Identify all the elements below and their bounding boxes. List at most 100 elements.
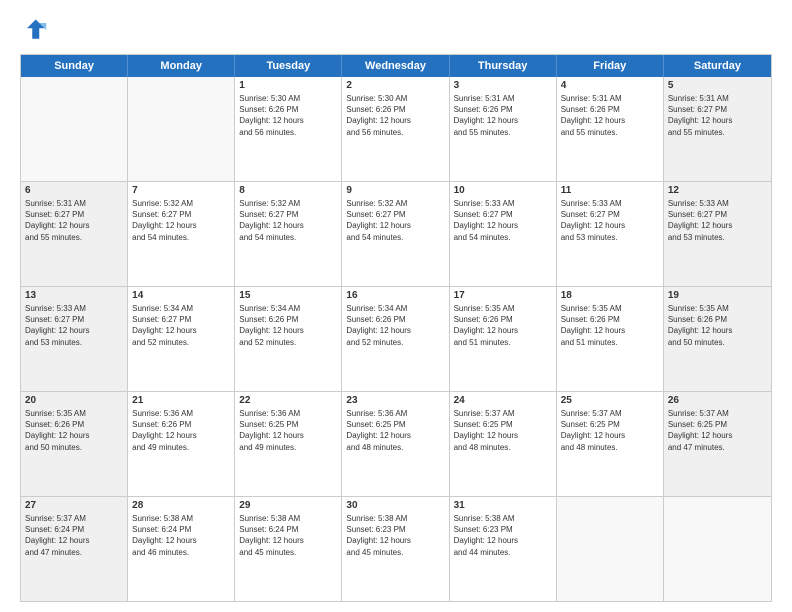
cell-line: Daylight: 12 hours [668,115,767,126]
cell-line: Sunrise: 5:33 AM [561,198,659,209]
cell-line: Sunrise: 5:33 AM [454,198,552,209]
cell-line: and 53 minutes. [561,232,659,243]
cell-line: and 52 minutes. [346,337,444,348]
cell-line: Daylight: 12 hours [454,220,552,231]
cell-line: Sunrise: 5:38 AM [132,513,230,524]
day-number: 7 [132,185,230,196]
cell-line: Sunrise: 5:37 AM [25,513,123,524]
cell-line: and 48 minutes. [454,442,552,453]
cell-line: Sunrise: 5:38 AM [346,513,444,524]
day-number: 19 [668,290,767,301]
cell-line: Sunrise: 5:35 AM [561,303,659,314]
cell-line: Sunrise: 5:31 AM [561,93,659,104]
cell-line: Daylight: 12 hours [561,325,659,336]
calendar-row: 6Sunrise: 5:31 AMSunset: 6:27 PMDaylight… [21,182,771,287]
day-number: 22 [239,395,337,406]
cell-line: and 44 minutes. [454,547,552,558]
cell-line: Sunrise: 5:31 AM [25,198,123,209]
day-number: 18 [561,290,659,301]
day-number: 1 [239,80,337,91]
day-number: 29 [239,500,337,511]
cell-line: and 52 minutes. [132,337,230,348]
calendar-body: 1Sunrise: 5:30 AMSunset: 6:26 PMDaylight… [21,77,771,601]
cell-line: and 47 minutes. [25,547,123,558]
cell-line: and 48 minutes. [561,442,659,453]
calendar-cell: 8Sunrise: 5:32 AMSunset: 6:27 PMDaylight… [235,182,342,286]
cell-line: Sunset: 6:26 PM [561,104,659,115]
cell-line: Sunset: 6:25 PM [668,419,767,430]
cell-line: Sunrise: 5:36 AM [239,408,337,419]
weekday-header: Wednesday [342,55,449,77]
day-number: 30 [346,500,444,511]
day-number: 11 [561,185,659,196]
cell-line: Sunrise: 5:32 AM [239,198,337,209]
cell-line: Daylight: 12 hours [454,115,552,126]
calendar-cell: 14Sunrise: 5:34 AMSunset: 6:27 PMDayligh… [128,287,235,391]
calendar-cell [664,497,771,601]
calendar-cell: 27Sunrise: 5:37 AMSunset: 6:24 PMDayligh… [21,497,128,601]
cell-line: Sunrise: 5:38 AM [239,513,337,524]
cell-line: Sunset: 6:24 PM [239,524,337,535]
cell-line: Sunrise: 5:37 AM [454,408,552,419]
cell-line: Daylight: 12 hours [132,535,230,546]
calendar-header: SundayMondayTuesdayWednesdayThursdayFrid… [21,55,771,77]
cell-line: Sunset: 6:27 PM [132,209,230,220]
day-number: 14 [132,290,230,301]
cell-line: and 56 minutes. [346,127,444,138]
day-number: 28 [132,500,230,511]
cell-line: and 53 minutes. [25,337,123,348]
cell-line: Daylight: 12 hours [239,430,337,441]
cell-line: Sunrise: 5:32 AM [132,198,230,209]
cell-line: Sunset: 6:26 PM [239,314,337,325]
calendar-cell: 12Sunrise: 5:33 AMSunset: 6:27 PMDayligh… [664,182,771,286]
cell-line: and 56 minutes. [239,127,337,138]
day-number: 12 [668,185,767,196]
calendar-cell: 5Sunrise: 5:31 AMSunset: 6:27 PMDaylight… [664,77,771,181]
calendar-cell: 19Sunrise: 5:35 AMSunset: 6:26 PMDayligh… [664,287,771,391]
day-number: 21 [132,395,230,406]
cell-line: Sunset: 6:26 PM [346,314,444,325]
day-number: 9 [346,185,444,196]
cell-line: Daylight: 12 hours [668,220,767,231]
cell-line: Sunrise: 5:37 AM [561,408,659,419]
calendar-cell: 6Sunrise: 5:31 AMSunset: 6:27 PMDaylight… [21,182,128,286]
cell-line: Daylight: 12 hours [25,325,123,336]
calendar-cell: 3Sunrise: 5:31 AMSunset: 6:26 PMDaylight… [450,77,557,181]
day-number: 5 [668,80,767,91]
cell-line: Sunset: 6:27 PM [239,209,337,220]
calendar-cell: 2Sunrise: 5:30 AMSunset: 6:26 PMDaylight… [342,77,449,181]
cell-line: Daylight: 12 hours [346,535,444,546]
cell-line: and 52 minutes. [239,337,337,348]
calendar-row: 20Sunrise: 5:35 AMSunset: 6:26 PMDayligh… [21,392,771,497]
cell-line: Daylight: 12 hours [346,325,444,336]
cell-line: Daylight: 12 hours [346,220,444,231]
cell-line: Sunset: 6:24 PM [132,524,230,535]
calendar-cell: 28 Sunrise: 5:38 AMSunset: 6:24 PMDayligh… [128,497,235,601]
cell-line: Sunset: 6:24 PM [25,524,123,535]
day-number: 4 [561,80,659,91]
cell-line: Sunrise: 5:36 AM [346,408,444,419]
cell-line: Sunrise: 5:34 AM [132,303,230,314]
calendar-cell: 21Sunrise: 5:36 AMSunset: 6:26 PMDayligh… [128,392,235,496]
cell-line: Sunset: 6:27 PM [561,209,659,220]
cell-line: Daylight: 12 hours [25,430,123,441]
cell-line: Daylight: 12 hours [239,115,337,126]
cell-line: Sunset: 6:27 PM [346,209,444,220]
cell-line: Daylight: 12 hours [561,430,659,441]
cell-line: Daylight: 12 hours [25,535,123,546]
cell-line: Sunset: 6:25 PM [239,419,337,430]
cell-line: Daylight: 12 hours [132,430,230,441]
cell-line: and 53 minutes. [668,232,767,243]
page: SundayMondayTuesdayWednesdayThursdayFrid… [0,0,792,612]
cell-line: and 55 minutes. [561,127,659,138]
cell-line: Sunset: 6:26 PM [668,314,767,325]
cell-line: Sunrise: 5:35 AM [25,408,123,419]
day-number: 24 [454,395,552,406]
cell-line: Sunset: 6:26 PM [25,419,123,430]
day-number: 3 [454,80,552,91]
calendar-cell: 18Sunrise: 5:35 AMSunset: 6:26 PMDayligh… [557,287,664,391]
weekday-header: Friday [557,55,664,77]
header [20,16,772,44]
weekday-header: Sunday [21,55,128,77]
cell-line: Daylight: 12 hours [454,430,552,441]
